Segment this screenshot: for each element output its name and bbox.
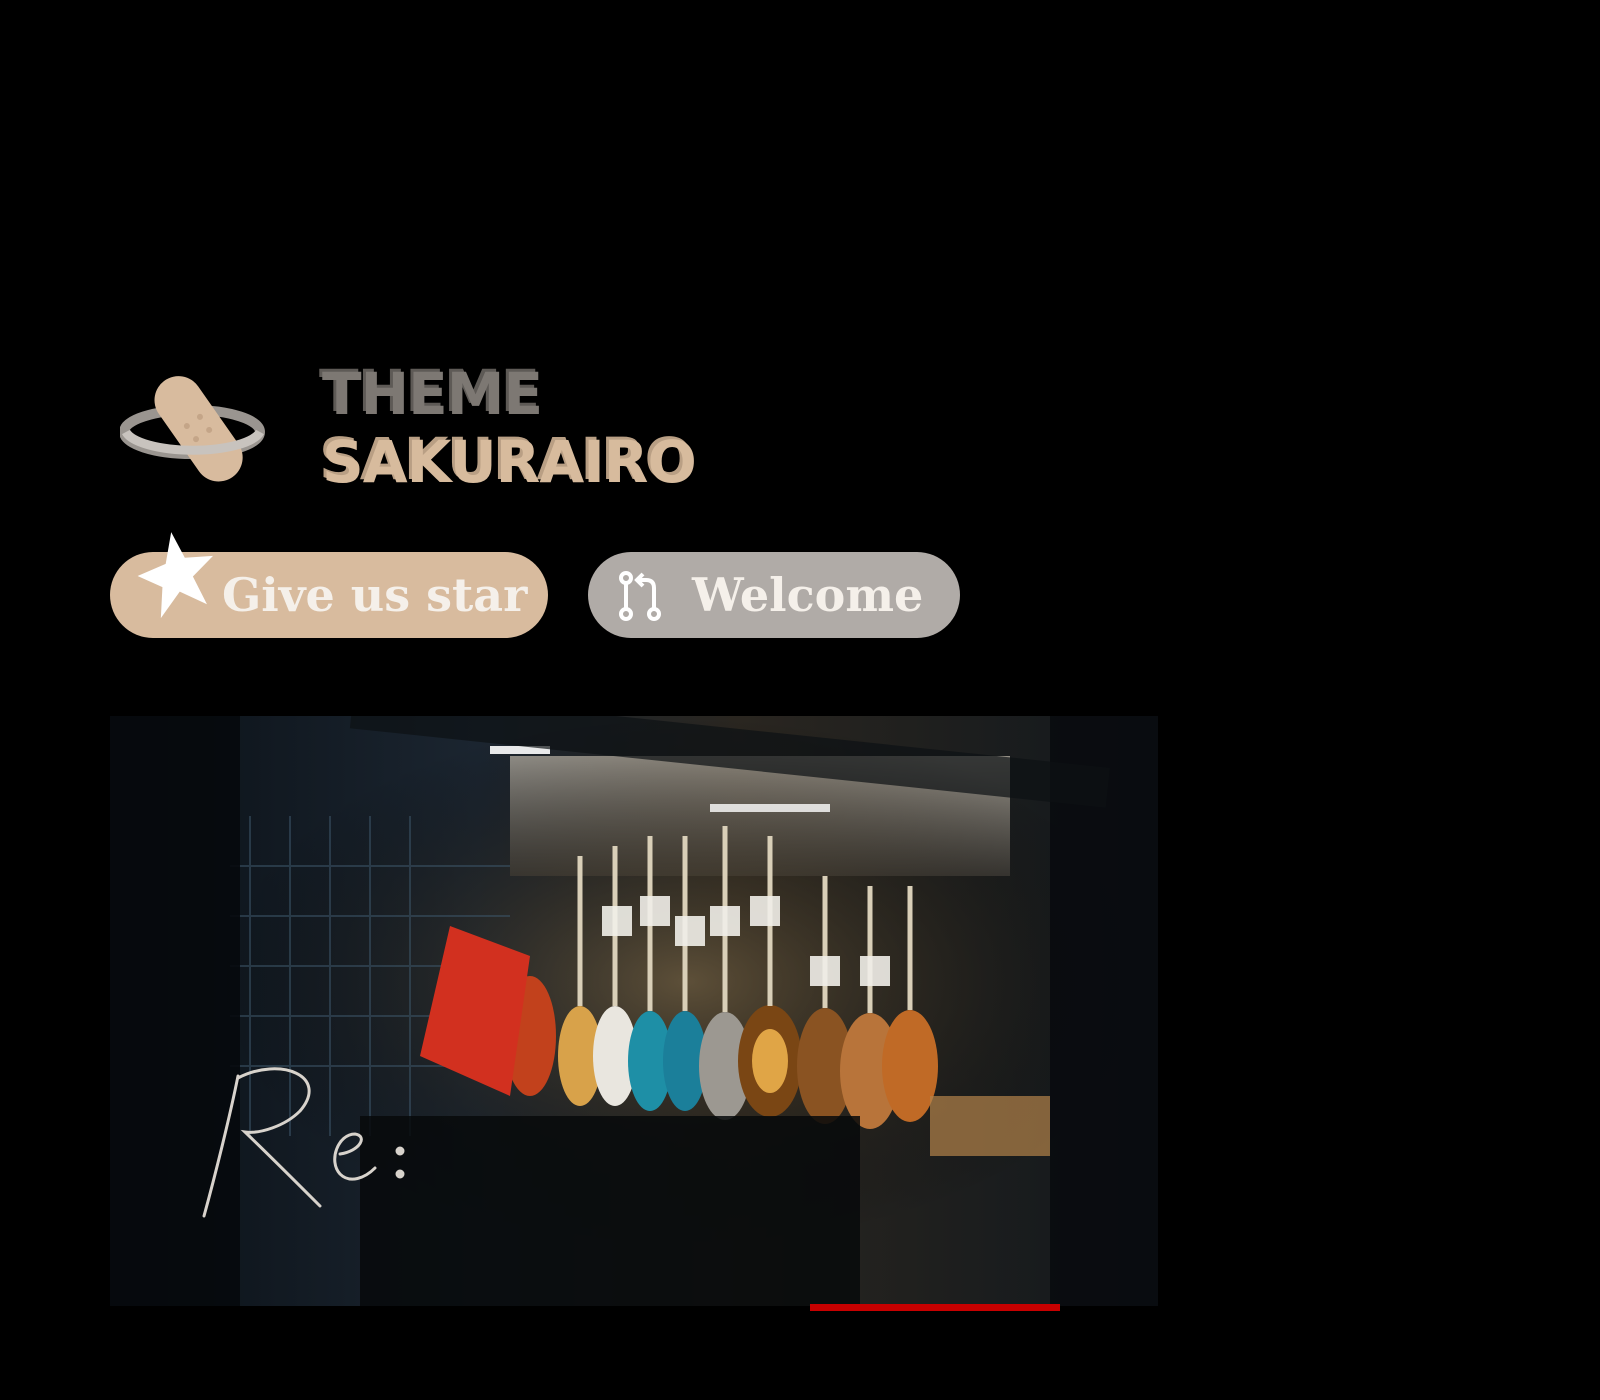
give-star-label: Give us star — [222, 568, 528, 622]
bandage-halo-icon — [119, 376, 265, 482]
welcome-button[interactable]: Welcome — [588, 552, 960, 638]
welcome-label: Welcome — [692, 568, 924, 622]
pull-request-icon — [619, 571, 661, 621]
give-star-button[interactable]: Give us star — [110, 532, 548, 638]
re-signature — [202, 1067, 405, 1218]
star-icon — [137, 532, 214, 619]
accent-line — [810, 1304, 1060, 1311]
brand-title: THEME SAKURAIRO — [322, 360, 697, 496]
brand-line-2: SAKURAIRO — [322, 428, 697, 496]
logo — [119, 370, 270, 490]
brand-line-1: THEME — [322, 360, 543, 428]
banner-photo — [110, 716, 1158, 1306]
